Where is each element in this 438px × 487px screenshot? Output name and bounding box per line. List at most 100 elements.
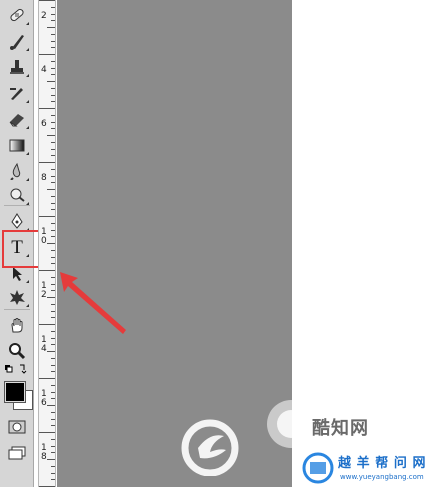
ruler-tick bbox=[51, 256, 55, 258]
ruler-tick bbox=[39, 162, 55, 163]
ruler-label: 4 bbox=[41, 65, 47, 75]
ruler-tick bbox=[47, 459, 55, 460]
ruler-label: 8 bbox=[41, 173, 47, 183]
stamp-icon bbox=[10, 60, 24, 74]
ruler-tick bbox=[51, 40, 55, 42]
ruler-tick bbox=[51, 121, 55, 123]
ruler-tick bbox=[51, 411, 55, 413]
ruler-tick bbox=[47, 405, 55, 406]
ruler-label: 18 bbox=[41, 443, 47, 462]
ruler-tick bbox=[51, 182, 55, 184]
gradient-tool[interactable] bbox=[4, 134, 30, 156]
history-brush-icon bbox=[10, 88, 23, 100]
eraser-tool[interactable] bbox=[4, 108, 30, 130]
ruler-tick bbox=[51, 479, 55, 481]
ruler-tick bbox=[47, 351, 55, 352]
clone-stamp-tool[interactable] bbox=[4, 56, 30, 78]
ruler-tick bbox=[51, 202, 55, 204]
ruler-tick bbox=[51, 344, 55, 346]
hand-tool[interactable] bbox=[4, 314, 30, 336]
ruler-tick bbox=[51, 114, 55, 116]
ruler-label: 10 bbox=[41, 227, 47, 246]
swap-colors-icon bbox=[5, 364, 27, 374]
ruler-tick bbox=[51, 465, 55, 467]
ruler-tick bbox=[51, 148, 55, 150]
ruler-tick bbox=[39, 324, 55, 325]
shape-icon bbox=[10, 290, 25, 305]
healing-brush-tool[interactable] bbox=[4, 4, 30, 26]
ruler-tick bbox=[47, 297, 55, 298]
ruler-label: 12 bbox=[41, 281, 47, 300]
ruler-tick bbox=[51, 168, 55, 170]
ruler-tick bbox=[51, 337, 55, 339]
ruler-tick bbox=[51, 222, 55, 224]
ruler-tick bbox=[51, 60, 55, 62]
dodge-icon bbox=[10, 188, 25, 202]
ruler-tick bbox=[47, 243, 55, 244]
ruler-tick bbox=[51, 87, 55, 89]
pen-tool[interactable] bbox=[4, 210, 30, 232]
brush-icon bbox=[10, 35, 24, 50]
annotation-arrow-icon bbox=[60, 272, 126, 334]
zoom-tool[interactable] bbox=[4, 340, 30, 362]
brush-tool[interactable] bbox=[4, 30, 30, 52]
ruler-tick bbox=[51, 283, 55, 285]
ruler-tick bbox=[51, 290, 55, 292]
custom-shape-tool[interactable] bbox=[4, 286, 30, 308]
ruler-tick bbox=[47, 135, 55, 136]
hand-icon bbox=[11, 318, 23, 333]
ruler-tick bbox=[51, 263, 55, 265]
ruler-tick bbox=[51, 13, 55, 15]
ruler-tick bbox=[39, 270, 55, 271]
ruler-tick bbox=[51, 101, 55, 103]
ruler-tick bbox=[51, 425, 55, 427]
ruler-tick bbox=[51, 310, 55, 312]
ruler-tick bbox=[51, 67, 55, 69]
blur-tool[interactable] bbox=[4, 160, 30, 182]
ruler-tick bbox=[51, 74, 55, 76]
ruler-tick bbox=[51, 6, 55, 8]
ruler-tick bbox=[51, 384, 55, 386]
gradient-icon bbox=[9, 139, 25, 152]
drop-icon bbox=[10, 162, 21, 180]
screen-mode-icon bbox=[8, 446, 26, 460]
ruler-tick bbox=[51, 33, 55, 35]
ruler-tick bbox=[51, 330, 55, 332]
ruler-tick bbox=[51, 364, 55, 366]
pen-icon bbox=[11, 213, 23, 229]
ruler-tick bbox=[51, 128, 55, 130]
ruler-tick bbox=[51, 175, 55, 177]
dodge-tool[interactable] bbox=[4, 184, 30, 206]
ruler-tick bbox=[51, 472, 55, 474]
ruler-tick bbox=[51, 249, 55, 251]
ruler-tick bbox=[39, 108, 55, 109]
ruler-tick bbox=[39, 378, 55, 379]
ruler-tick bbox=[51, 209, 55, 211]
ruler-tick bbox=[47, 81, 55, 82]
ruler-label: 14 bbox=[41, 335, 47, 354]
vertical-ruler: 2 4 6 8 10 12 14 16 18 bbox=[38, 0, 56, 487]
ruler-tick bbox=[51, 371, 55, 373]
ruler-tick bbox=[51, 141, 55, 143]
ruler-tick bbox=[51, 438, 55, 440]
watermark-site2-url: www.yueyangbang.com bbox=[340, 473, 424, 481]
ruler-tick bbox=[39, 54, 55, 55]
ruler-tick bbox=[51, 155, 55, 157]
history-brush-tool[interactable] bbox=[4, 82, 30, 104]
watermark-site2-title: 越 羊 帮 问 网 bbox=[338, 455, 427, 470]
tool-separator bbox=[4, 309, 30, 310]
screen-mode-button[interactable] bbox=[4, 442, 30, 464]
ruler-tick bbox=[51, 317, 55, 319]
ruler-label: 16 bbox=[41, 389, 47, 408]
foreground-color-swatch[interactable] bbox=[4, 381, 26, 403]
tool-separator bbox=[4, 205, 30, 206]
ruler-tick bbox=[51, 357, 55, 359]
eraser-icon bbox=[9, 114, 24, 127]
ruler-tick bbox=[39, 216, 55, 217]
ruler-label: 2 bbox=[41, 11, 47, 21]
quick-mask-button[interactable] bbox=[4, 416, 30, 438]
bandage-icon bbox=[10, 8, 24, 22]
color-swatch-controls[interactable] bbox=[4, 362, 30, 376]
ruler-tick bbox=[51, 229, 55, 231]
ruler-tick bbox=[51, 276, 55, 278]
